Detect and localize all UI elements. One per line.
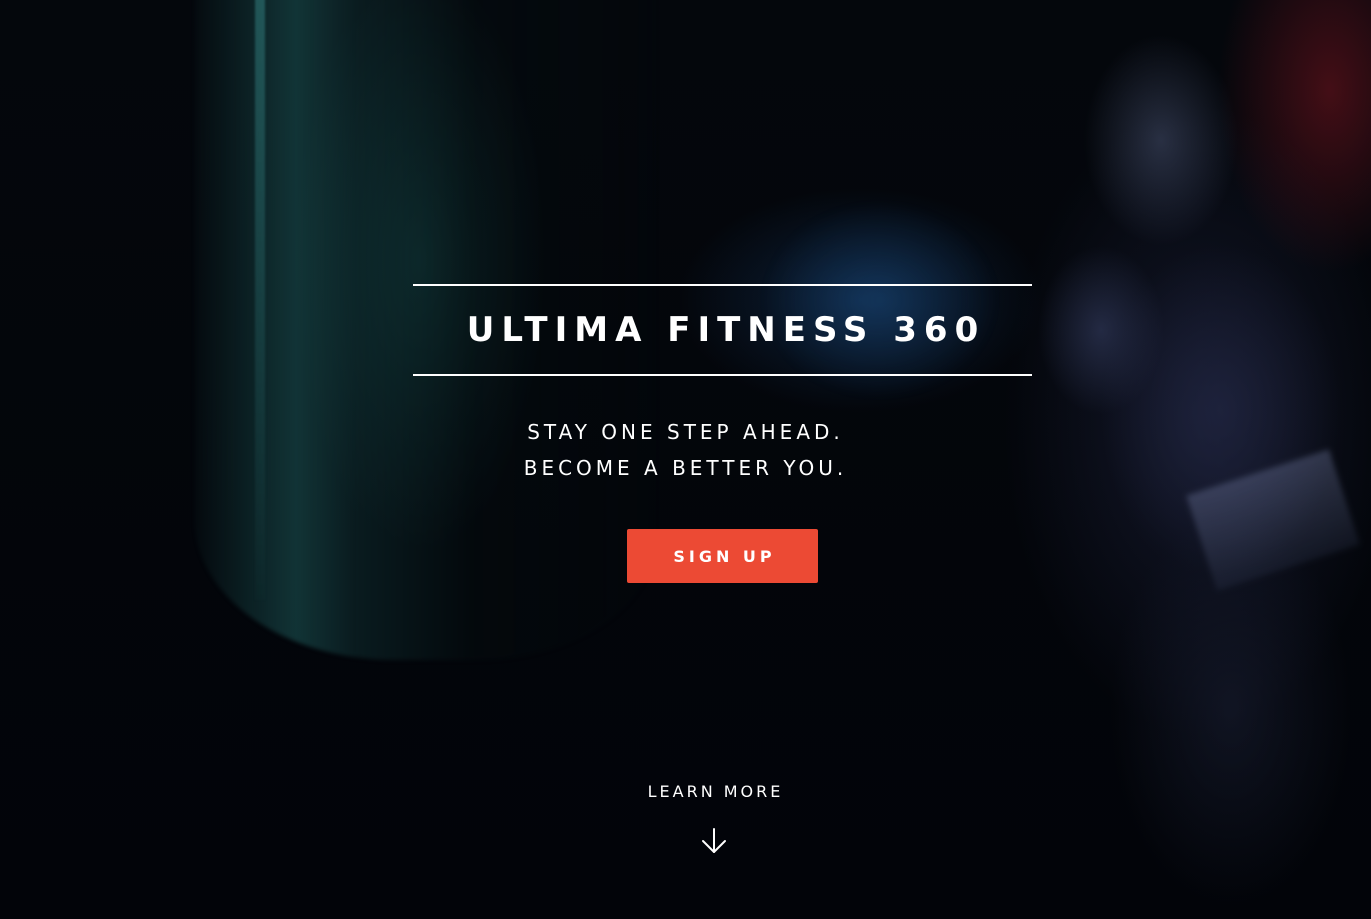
tagline-line-1: STAY ONE STEP AHEAD.	[527, 420, 844, 444]
page-title: ULTIMA FITNESS 360	[466, 310, 986, 350]
learn-more-link[interactable]: LEARN MORE	[600, 782, 828, 862]
sign-up-button[interactable]: SIGN UP	[627, 529, 818, 583]
arrow-down-icon	[702, 828, 726, 853]
learn-more-label: LEARN MORE	[647, 782, 784, 801]
hero-content: ULTIMA FITNESS 360 STAY ONE STEP AHEAD. …	[0, 0, 1371, 919]
title-block: ULTIMA FITNESS 360	[413, 284, 1032, 376]
hero-section: ULTIMA FITNESS 360 STAY ONE STEP AHEAD. …	[0, 0, 1371, 919]
tagline-line-2: BECOME A BETTER YOU.	[523, 456, 848, 480]
